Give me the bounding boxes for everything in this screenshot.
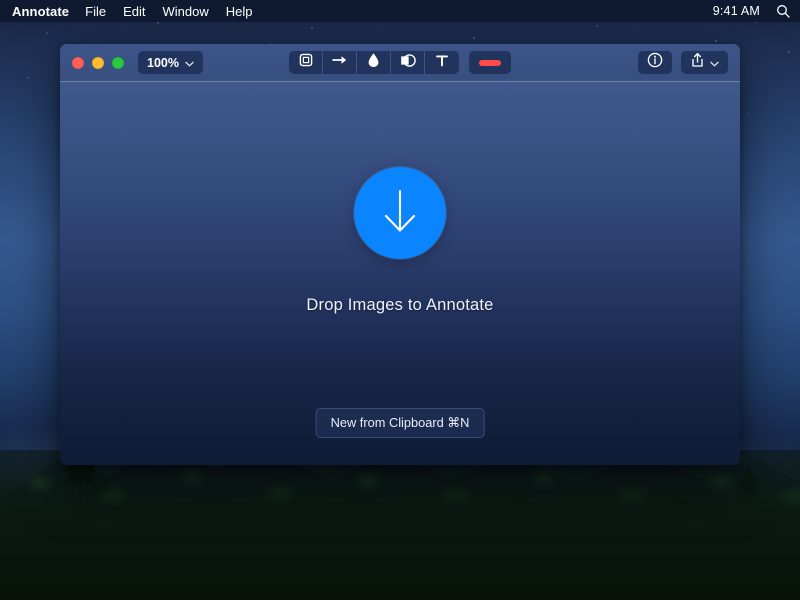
info-button[interactable] <box>638 51 672 74</box>
blur-tool[interactable] <box>357 51 391 74</box>
forest-canopy <box>0 450 800 600</box>
highlight-tool[interactable] <box>391 51 425 74</box>
minimize-window-button[interactable] <box>92 56 104 69</box>
drop-instruction-label: Drop Images to Annotate <box>306 296 494 314</box>
close-window-button[interactable] <box>72 56 84 69</box>
drop-canvas[interactable]: Drop Images to Annotate New from Clipboa… <box>60 82 740 465</box>
arrow-right-icon <box>331 53 349 72</box>
text-tool[interactable] <box>425 51 459 74</box>
zoom-level-dropdown[interactable]: 100% <box>138 51 203 74</box>
download-arrow-icon <box>377 183 423 244</box>
crop-icon <box>298 52 314 73</box>
menu-app-title[interactable]: Annotate <box>12 4 69 19</box>
share-button[interactable] <box>681 51 728 74</box>
drop-target-circle[interactable] <box>354 167 446 259</box>
menu-bar: Annotate File Edit Window Help 9:41 AM <box>0 0 800 22</box>
window-right-tools <box>638 51 728 74</box>
new-from-clipboard-button[interactable]: New from Clipboard ⌘N <box>315 408 485 438</box>
tool-segmented-control <box>289 51 459 74</box>
chevron-down-icon <box>185 56 194 70</box>
chevron-down-icon <box>710 54 719 72</box>
menu-item-edit[interactable]: Edit <box>123 4 145 19</box>
droplet-icon <box>367 52 380 73</box>
share-icon <box>690 52 705 73</box>
text-t-icon <box>435 53 449 73</box>
menu-item-file[interactable]: File <box>85 4 106 19</box>
window-titlebar[interactable]: 100% <box>60 44 740 82</box>
crop-tool[interactable] <box>289 51 323 74</box>
info-circle-icon <box>647 52 663 73</box>
annotation-tool-group <box>289 51 511 74</box>
zoom-level-value: 100% <box>147 55 179 70</box>
stroke-color-swatch[interactable] <box>469 51 511 74</box>
arrow-tool[interactable] <box>323 51 357 74</box>
annotate-window: 100% Drop Images to Annotate New from Cl… <box>60 44 740 465</box>
menu-item-window[interactable]: Window <box>163 4 209 19</box>
maximize-window-button[interactable] <box>112 56 124 69</box>
search-icon[interactable] <box>776 4 790 18</box>
menu-item-help[interactable]: Help <box>226 4 253 19</box>
red-stroke-indicator <box>479 59 501 66</box>
traffic-lights <box>72 56 124 69</box>
mask-contrast-icon <box>399 53 417 73</box>
menu-bar-clock[interactable]: 9:41 AM <box>713 4 760 18</box>
desktop: Annotate File Edit Window Help 9:41 AM 1… <box>0 0 800 600</box>
